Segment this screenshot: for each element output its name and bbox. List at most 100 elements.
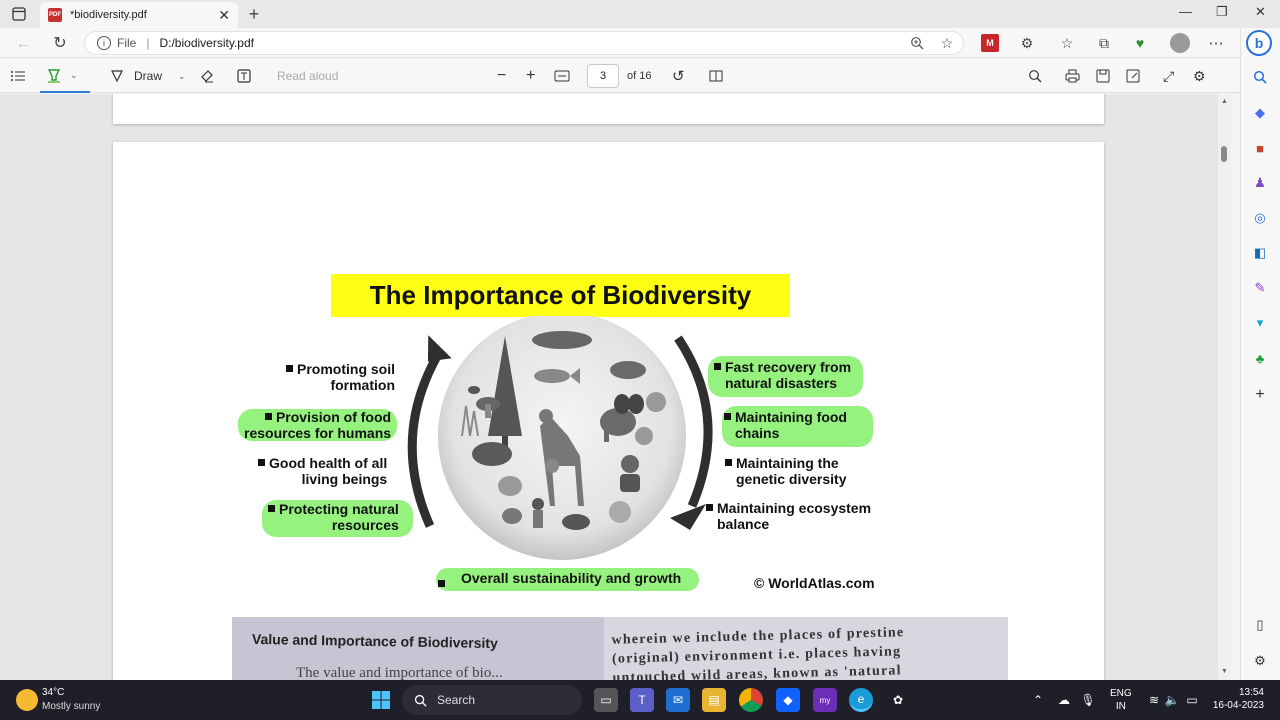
zoom-in-icon[interactable]: + (526, 59, 535, 93)
rotate-icon[interactable]: ↺ (672, 59, 685, 93)
label-promoting-soil: Promoting soil formation (286, 361, 395, 393)
draw-icon (111, 70, 123, 83)
label-genetic-diversity-text: Maintaining the genetic diversity (736, 455, 847, 487)
tools-icon[interactable]: ■ (1249, 137, 1271, 159)
collections-icon[interactable]: ⧉ (1095, 34, 1113, 52)
scroll-down-icon[interactable]: ▼ (1221, 668, 1228, 675)
zoom-icon[interactable] (908, 34, 926, 52)
page-number-input[interactable]: 3 (587, 64, 619, 88)
scanned-photo-left: Value and Importance of Biodiversity The… (232, 617, 604, 680)
weather-temp[interactable]: 34°C (42, 687, 64, 698)
taskbar-search[interactable]: Search (402, 685, 582, 715)
tab-title: *biodiversity.pdf (70, 9, 147, 21)
address-bar-row: ← ↻ i File | D:/biodiversity.pdf ☆ M ⚙ ☆… (0, 28, 1240, 58)
task-view-icon[interactable]: ▭ (594, 688, 618, 712)
photo-left-text: The value and importance of bio... (296, 665, 503, 680)
back-icon[interactable]: ← (14, 34, 32, 52)
bee-icon (468, 386, 480, 394)
text-icon[interactable] (237, 59, 251, 93)
label-provision-food: Provision of food resources for humans (238, 409, 398, 441)
dropbox-icon[interactable]: ◆ (776, 688, 800, 712)
restore-button[interactable]: ❐ (1216, 4, 1228, 20)
weather-desc[interactable]: Mostly sunny (42, 701, 100, 712)
language-line2: IN (1115, 701, 1126, 712)
extensions-icon[interactable]: ⚙ (1018, 34, 1036, 52)
tree-extension-icon[interactable]: ♣ (1249, 347, 1271, 369)
outlook-icon[interactable]: ◧ (1249, 242, 1271, 264)
shell-icon (646, 392, 666, 412)
close-window-button[interactable]: ✕ (1255, 4, 1266, 20)
draw-chevron-icon[interactable]: ⌄ (178, 71, 186, 82)
label-ecosystem-balance-text: Maintaining ecosystem balance (717, 500, 872, 532)
tab-close-icon[interactable]: ✕ (218, 7, 230, 24)
citrus-icon (609, 501, 631, 523)
search-icon[interactable] (1249, 66, 1271, 88)
edge-taskbar-icon[interactable]: e (849, 688, 873, 712)
fullscreen-icon[interactable]: ⤢ (1163, 59, 1174, 93)
scanned-photo-right: wherein we include the places of prestin… (604, 617, 1008, 680)
save-icon[interactable] (1096, 59, 1110, 93)
file-explorer-icon[interactable]: ▤ (702, 688, 726, 712)
scroll-up-icon[interactable]: ▲ (1221, 98, 1228, 105)
more-menu-icon[interactable]: ⋯ (1207, 34, 1225, 52)
find-icon[interactable] (1028, 59, 1042, 93)
highlight-chevron-icon[interactable]: ⌄ (70, 70, 78, 81)
designer-icon[interactable]: ✎ (1249, 277, 1271, 299)
url-field[interactable]: i File | D:/biodiversity.pdf (84, 31, 964, 55)
zoom-out-icon[interactable]: − (497, 59, 506, 93)
page-view-icon[interactable] (709, 59, 723, 93)
vertical-scrollbar[interactable]: ▲ ▼ (1218, 94, 1231, 680)
language-indicator[interactable]: ENG IN (1110, 687, 1132, 713)
highlight-button[interactable]: ⌄ (40, 59, 90, 93)
leaf-icon (502, 508, 522, 524)
draw-button[interactable]: Draw ⌄ (110, 59, 186, 93)
battery-icon[interactable]: ▭ (1180, 688, 1204, 712)
onedrive-icon[interactable]: ☁ (1052, 688, 1076, 712)
print-icon[interactable] (1065, 59, 1080, 93)
page-total: of 16 (627, 70, 652, 82)
favorites-icon[interactable]: ☆ (1058, 34, 1076, 52)
minimize-button[interactable]: — (1179, 4, 1192, 19)
info-icon[interactable]: i (97, 36, 111, 50)
mail-icon[interactable]: ✉ (666, 688, 690, 712)
label-fast-recovery: Fast recovery from natural disasters (708, 356, 864, 397)
label-genetic-diversity: Maintaining the genetic diversity (725, 455, 847, 487)
games-icon[interactable]: ♟ (1249, 172, 1271, 194)
office-icon[interactable]: ◎ (1249, 207, 1271, 229)
favorite-add-icon[interactable]: ☆ (938, 34, 956, 52)
extension-m-icon[interactable]: M (981, 34, 999, 52)
drop-icon[interactable]: ▾ (1249, 312, 1271, 334)
left-cycle-arrow (407, 348, 444, 528)
eraser-icon[interactable] (200, 59, 214, 93)
browser-essentials-icon[interactable]: ♥ (1131, 34, 1149, 52)
label-sustainability-text: Overall sustainability and growth (461, 570, 682, 586)
start-button[interactable] (369, 688, 393, 712)
hide-sidebar-icon[interactable]: ▯ (1249, 614, 1271, 636)
contents-icon[interactable] (10, 59, 26, 93)
refresh-icon[interactable]: ↻ (50, 33, 70, 53)
sidebar-settings-icon[interactable]: ⚙ (1249, 650, 1271, 672)
chrome-icon[interactable] (739, 688, 763, 712)
shopping-icon[interactable]: ◆ (1249, 102, 1271, 124)
teams-icon[interactable]: T (630, 688, 654, 712)
tab-biodiversity[interactable]: PDF *biodiversity.pdf ✕ (40, 2, 238, 28)
settings-icon[interactable]: ⚙ (1193, 59, 1206, 93)
microphone-icon[interactable]: 🎙 (1076, 688, 1100, 712)
new-tab-button[interactable]: + (245, 4, 263, 24)
url-path: D:/biodiversity.pdf (159, 36, 254, 50)
profile-avatar[interactable] (1170, 33, 1190, 53)
windows-taskbar: 34°C Mostly sunny Search ▭ T ✉ ▤ ◆ my e … (0, 680, 1280, 720)
save-as-icon[interactable] (1126, 59, 1140, 93)
weather-sun-icon[interactable] (16, 689, 38, 711)
show-hidden-icons[interactable]: ⌃ (1026, 688, 1050, 712)
tab-actions-icon[interactable] (10, 5, 28, 23)
add-sidebar-app-icon[interactable]: + (1249, 384, 1271, 406)
fit-page-icon[interactable] (554, 59, 570, 93)
extra-app-icon[interactable]: ✿ (886, 688, 910, 712)
read-aloud-button[interactable]: Read aloud (277, 59, 338, 93)
bing-chat-icon[interactable]: b (1246, 30, 1272, 56)
clock[interactable]: 13:54 16-04-2023 (1212, 686, 1264, 712)
mysql-icon[interactable]: my (813, 688, 837, 712)
scrollbar-thumb[interactable] (1221, 146, 1227, 162)
cycle-graphic (407, 316, 713, 560)
